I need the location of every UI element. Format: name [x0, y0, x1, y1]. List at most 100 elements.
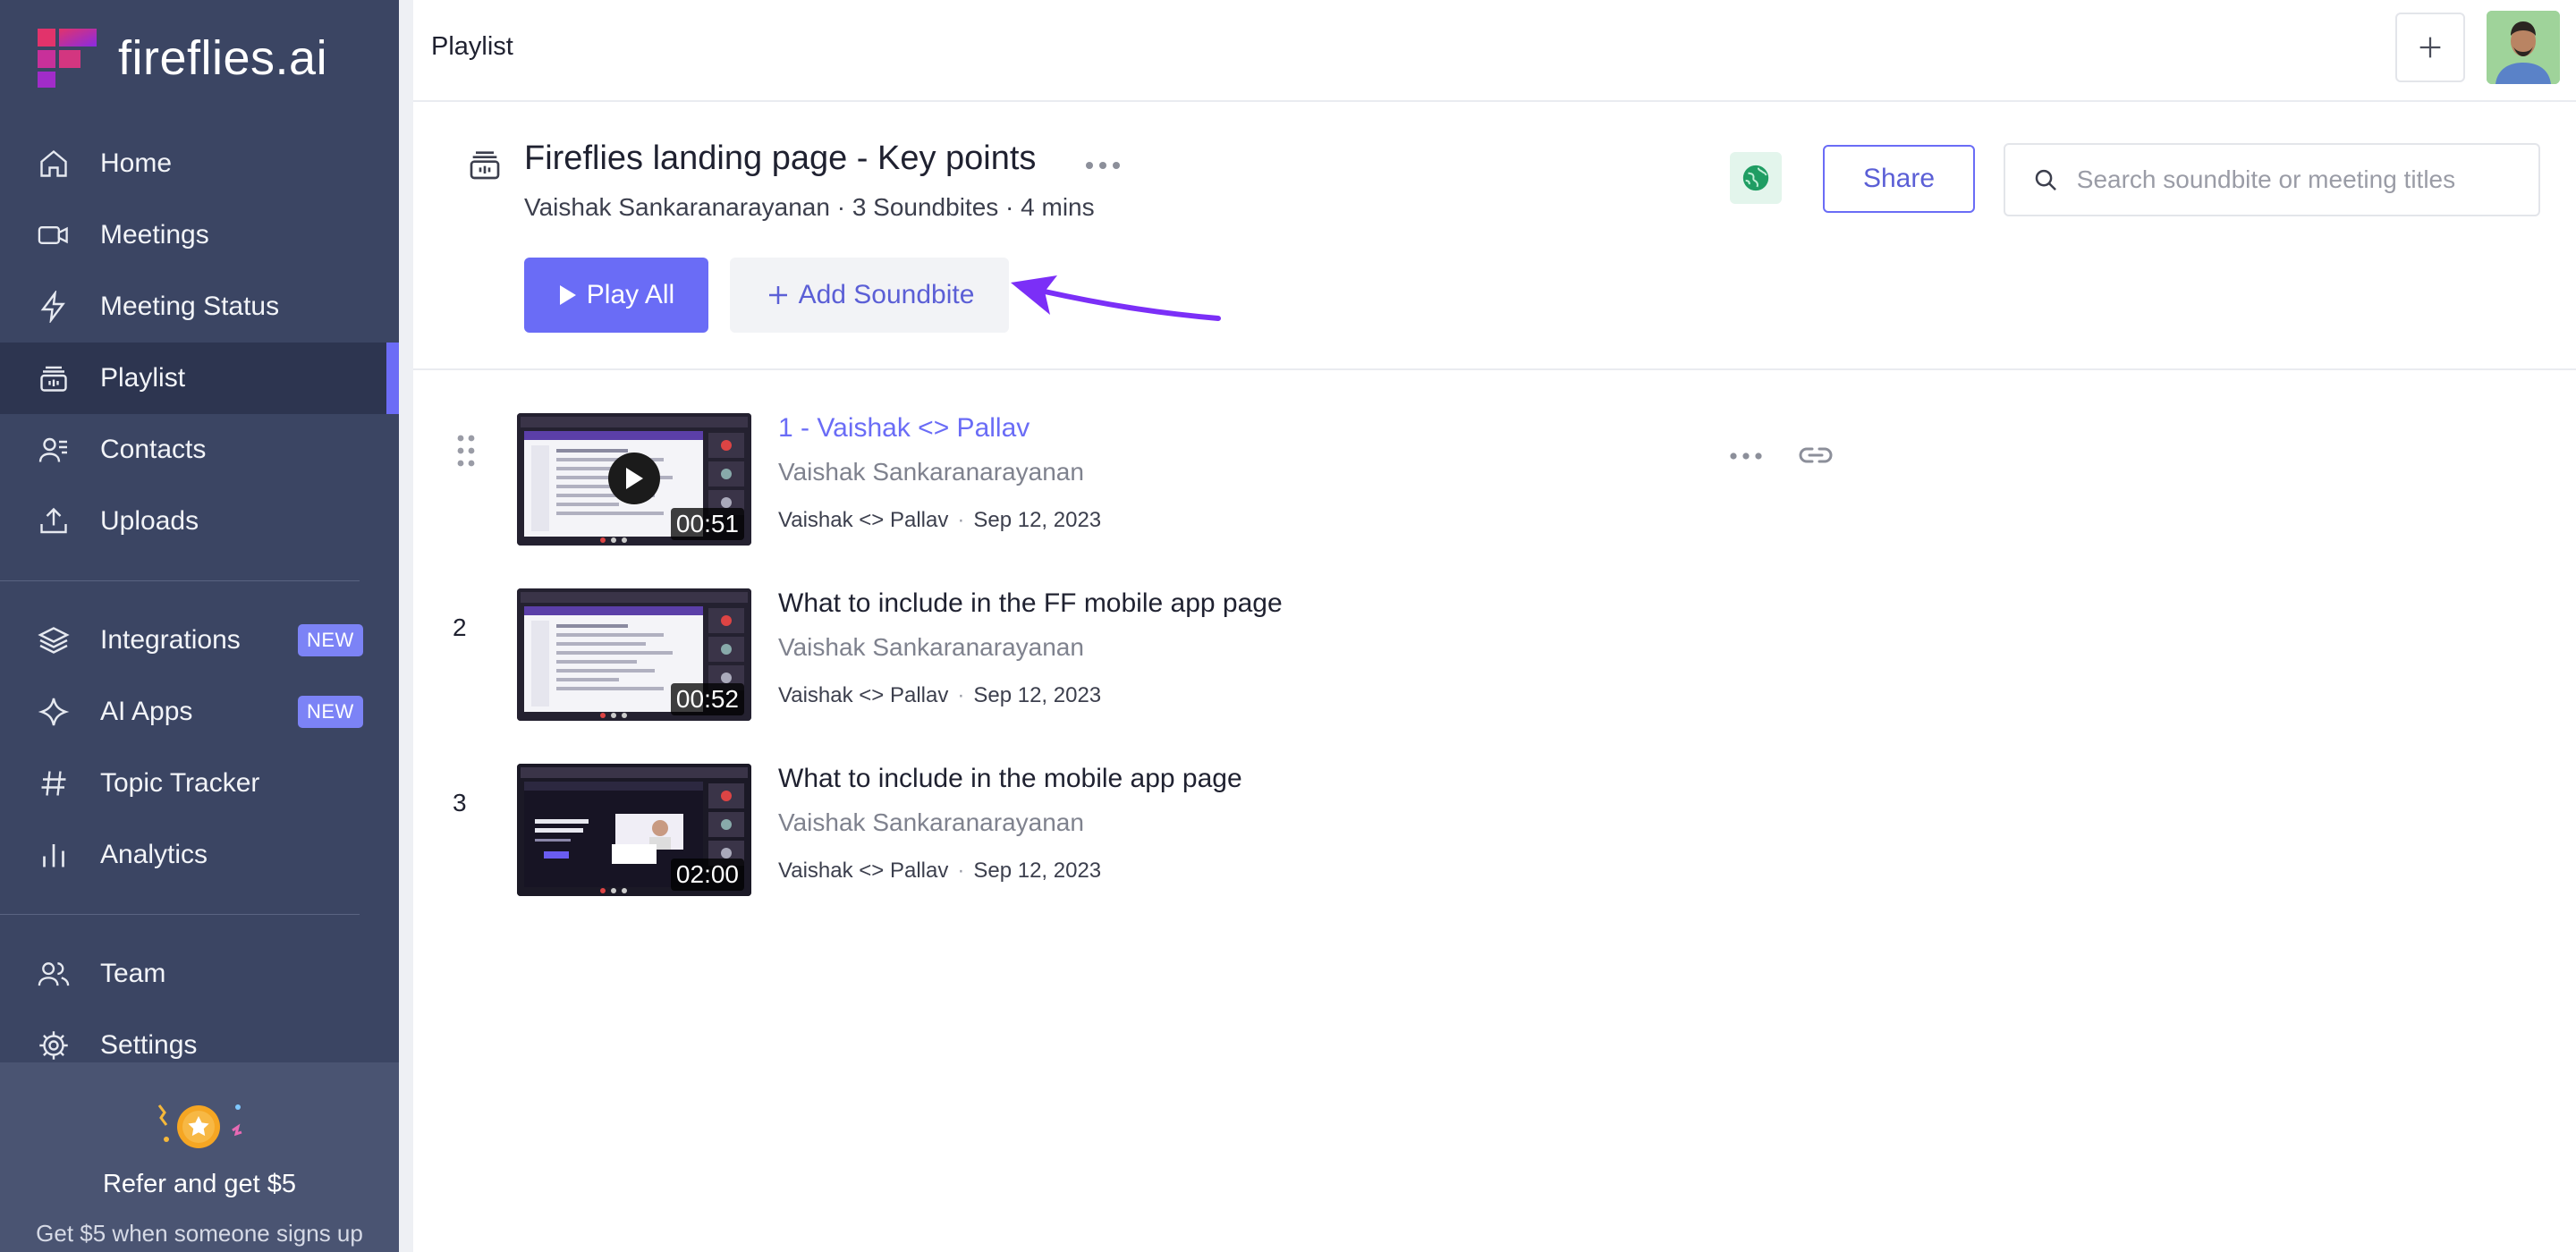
playlist-icon — [36, 360, 72, 396]
share-button[interactable]: Share — [1823, 145, 1975, 213]
video-icon — [36, 217, 72, 253]
sparkle-icon — [36, 694, 72, 730]
logo-text: fireflies.ai — [118, 31, 328, 85]
duration-label: 02:00 — [670, 859, 744, 891]
soundbite-author: Vaishak Sankaranarayanan — [778, 458, 1084, 486]
meeting-name[interactable]: Vaishak <> Pallav — [778, 508, 948, 533]
separator-dot: · — [957, 859, 965, 883]
soundbite-row[interactable]: 00:51 1 - Vaishak <> Pallav Vaishak Sank… — [413, 370, 2576, 546]
sidebar-divider — [0, 580, 360, 581]
playlist-icon — [470, 151, 500, 180]
soundbite-title[interactable]: What to include in the FF mobile app pag… — [778, 588, 1283, 619]
medal-icon — [157, 1104, 242, 1148]
soundbite-author: Vaishak Sankaranarayanan — [778, 808, 1084, 836]
soundbite-thumbnail[interactable]: 00:51 — [517, 413, 751, 546]
new-button[interactable] — [2395, 13, 2465, 82]
home-icon — [36, 146, 72, 182]
page-title: Playlist — [431, 32, 513, 61]
sidebar-item-home[interactable]: Home — [0, 128, 399, 199]
sidebar-item-label: Topic Tracker — [100, 768, 260, 798]
fireflies-logo-icon — [38, 29, 97, 88]
meeting-name[interactable]: Vaishak <> Pallav — [778, 859, 948, 884]
sidebar-edge — [399, 0, 413, 1252]
drag-handle-icon[interactable] — [453, 431, 479, 470]
layers-icon — [36, 622, 72, 658]
meeting-date: Sep 12, 2023 — [973, 508, 1102, 532]
hash-icon — [36, 766, 72, 801]
soundbite-index: 2 — [453, 613, 467, 641]
user-avatar-image — [2487, 11, 2560, 84]
upload-icon — [36, 503, 72, 539]
add-soundbite-button[interactable]: Add Soundbite — [730, 258, 1009, 333]
search-input[interactable] — [2076, 165, 2538, 194]
sidebar-nav: Home Meetings Meeting Status Playlist Co… — [0, 128, 399, 1081]
sidebar-item-meeting-status[interactable]: Meeting Status — [0, 271, 399, 343]
sidebar-item-label: Contacts — [100, 435, 207, 464]
more-options-icon[interactable] — [1728, 447, 1764, 465]
soundbite-row[interactable]: 3 02:00 What to include in the mobile ap — [413, 721, 2576, 896]
public-visibility-button[interactable] — [1730, 152, 1782, 204]
sidebar-item-analytics[interactable]: Analytics — [0, 819, 399, 891]
meeting-name[interactable]: Vaishak <> Pallav — [778, 683, 948, 708]
sidebar-item-playlist[interactable]: Playlist — [0, 343, 399, 414]
sidebar-item-ai-apps[interactable]: AI Apps NEW — [0, 676, 399, 748]
more-options-icon[interactable] — [1080, 152, 1125, 179]
soundbite-title[interactable]: 1 - Vaishak <> Pallav — [778, 413, 1030, 444]
sidebar-item-label: Meeting Status — [100, 292, 280, 321]
soundbite-thumbnail[interactable]: 02:00 — [517, 764, 751, 896]
sidebar-item-label: Team — [100, 959, 166, 988]
sidebar-item-label: Home — [100, 148, 173, 178]
duration-label: 00:52 — [670, 683, 744, 715]
playlist-title: Fireflies landing page - Key points — [524, 140, 1037, 177]
soundbite-meta: Vaishak <> Pallav · Sep 12, 2023 — [778, 508, 1101, 533]
playlist-header: Fireflies landing page - Key points Vais… — [413, 102, 2576, 370]
sidebar-item-team[interactable]: Team — [0, 938, 399, 1010]
play-all-button[interactable]: Play All — [524, 258, 708, 333]
team-icon — [36, 956, 72, 992]
sidebar-item-label: Analytics — [100, 840, 208, 869]
sidebar-item-uploads[interactable]: Uploads — [0, 486, 399, 557]
soundbite-meta: Vaishak <> Pallav · Sep 12, 2023 — [778, 859, 1101, 884]
play-all-label: Play All — [586, 280, 675, 309]
sidebar-item-label: Settings — [100, 1030, 198, 1060]
annotation-arrow-icon — [1011, 275, 1221, 321]
sidebar-item-topic-tracker[interactable]: Topic Tracker — [0, 748, 399, 819]
new-badge: NEW — [298, 696, 363, 728]
add-soundbite-label: Add Soundbite — [798, 280, 975, 309]
search-box[interactable] — [2004, 143, 2540, 216]
contacts-icon — [36, 432, 72, 468]
separator-dot: · — [957, 683, 965, 707]
refer-card[interactable]: Refer and get $5 Get $5 when someone sig… — [0, 1062, 399, 1252]
meeting-date: Sep 12, 2023 — [973, 859, 1102, 883]
bolt-icon — [36, 289, 72, 325]
copy-link-icon[interactable] — [1796, 438, 1835, 472]
plus-icon — [2419, 37, 2441, 58]
avatar[interactable] — [2487, 11, 2560, 84]
sidebar-item-contacts[interactable]: Contacts — [0, 414, 399, 486]
soundbite-meta: Vaishak <> Pallav · Sep 12, 2023 — [778, 683, 1101, 708]
play-icon — [559, 285, 576, 305]
sidebar-item-label: Meetings — [100, 220, 209, 250]
top-bar: Playlist — [413, 0, 2576, 102]
gear-icon — [36, 1028, 72, 1063]
soundbite-thumbnail[interactable]: 00:52 — [517, 588, 751, 721]
sidebar-item-integrations[interactable]: Integrations NEW — [0, 605, 399, 676]
search-icon — [2035, 169, 2056, 191]
sidebar-item-label: Playlist — [100, 363, 186, 393]
play-button[interactable] — [608, 453, 660, 504]
duration-label: 00:51 — [670, 508, 744, 540]
sidebar-divider — [0, 914, 360, 915]
soundbite-row[interactable]: 2 00:52 What to include in the FF mobile… — [413, 546, 2576, 721]
meeting-date: Sep 12, 2023 — [973, 683, 1102, 707]
sidebar-item-label: AI Apps — [100, 697, 193, 726]
soundbite-index: 3 — [453, 789, 467, 816]
refer-subtitle: Get $5 when someone signs up — [36, 1220, 363, 1247]
separator-dot: · — [957, 508, 965, 532]
plus-icon — [768, 286, 787, 304]
globe-icon — [1742, 165, 1769, 191]
logo[interactable]: fireflies.ai — [36, 27, 327, 89]
soundbite-title[interactable]: What to include in the mobile app page — [778, 764, 1242, 794]
sidebar-item-meetings[interactable]: Meetings — [0, 199, 399, 271]
play-icon — [626, 468, 643, 489]
refer-title: Refer and get $5 — [102, 1170, 297, 1198]
